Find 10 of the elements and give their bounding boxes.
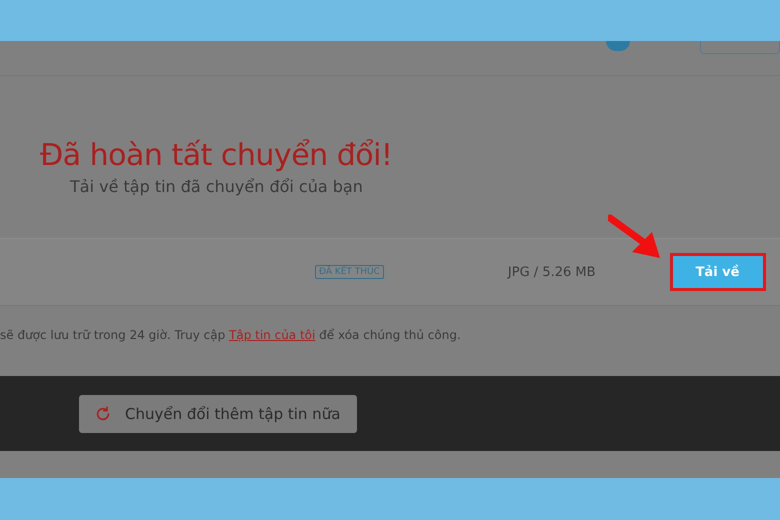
page-title: Đã hoàn tất chuyển đổi! <box>40 138 394 173</box>
signup-button[interactable] <box>700 41 780 54</box>
download-button[interactable]: Tải về <box>670 253 766 291</box>
notice-text: sẽ được lưu trữ trong 24 giờ. Truy cập Tập tin của tôi để xóa chúng thủ công. <box>0 328 462 344</box>
page-subtitle: Tải về tập tin đã chuyển đổi của bạn <box>70 177 363 196</box>
convert-more-button[interactable]: Chuyển đổi thêm tập tin nữa <box>79 394 357 432</box>
my-files-link[interactable]: Tập tin của tôi <box>229 328 316 342</box>
status-label: ĐÃ KẾT THÚC <box>315 265 384 279</box>
file-info: JPG / 5.26 MB <box>508 264 596 280</box>
refresh-icon <box>95 406 111 422</box>
